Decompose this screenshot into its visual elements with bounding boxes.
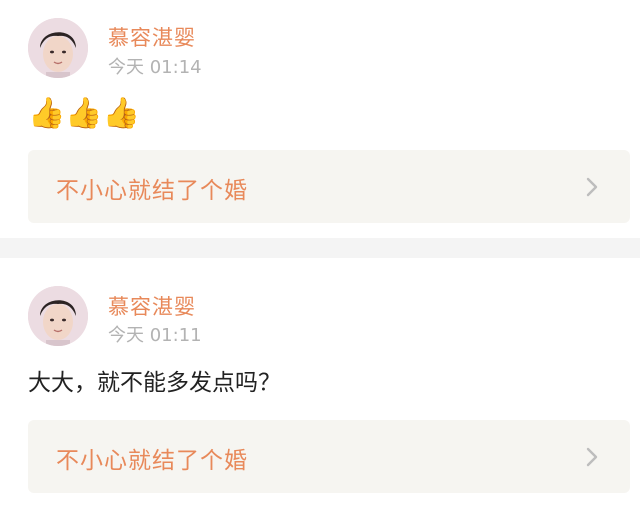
chevron-right-icon — [586, 447, 598, 467]
comment-feed: 慕容湛婴 今天 01:14 👍👍👍 不小心就结了个婚 慕容湛婴 今天 01:11 — [0, 0, 640, 508]
comment-content: 大大，就不能多发点吗？ — [28, 370, 281, 396]
linked-article-card[interactable]: 不小心就结了个婚 — [28, 420, 630, 493]
comment-card: 慕容湛婴 今天 01:14 👍👍👍 不小心就结了个婚 — [0, 0, 640, 238]
section-divider — [0, 238, 640, 258]
chevron-right-icon — [586, 177, 598, 197]
linked-article-title: 不小心就结了个婚 — [56, 178, 248, 204]
avatar-icon — [28, 286, 88, 346]
comment-card: 慕容湛婴 今天 01:11 大大，就不能多发点吗？ 不小心就结了个婚 — [0, 258, 640, 508]
comment-content: 👍👍👍 — [28, 96, 141, 131]
linked-article-title: 不小心就结了个婚 — [56, 448, 248, 474]
timestamp: 今天 01:14 — [108, 57, 202, 78]
linked-article-card[interactable]: 不小心就结了个婚 — [28, 150, 630, 223]
avatar[interactable] — [28, 18, 88, 78]
username[interactable]: 慕容湛婴 — [108, 291, 196, 321]
username[interactable]: 慕容湛婴 — [108, 22, 196, 52]
avatar[interactable] — [28, 286, 88, 346]
avatar-icon — [28, 18, 88, 78]
timestamp: 今天 01:11 — [108, 325, 202, 346]
